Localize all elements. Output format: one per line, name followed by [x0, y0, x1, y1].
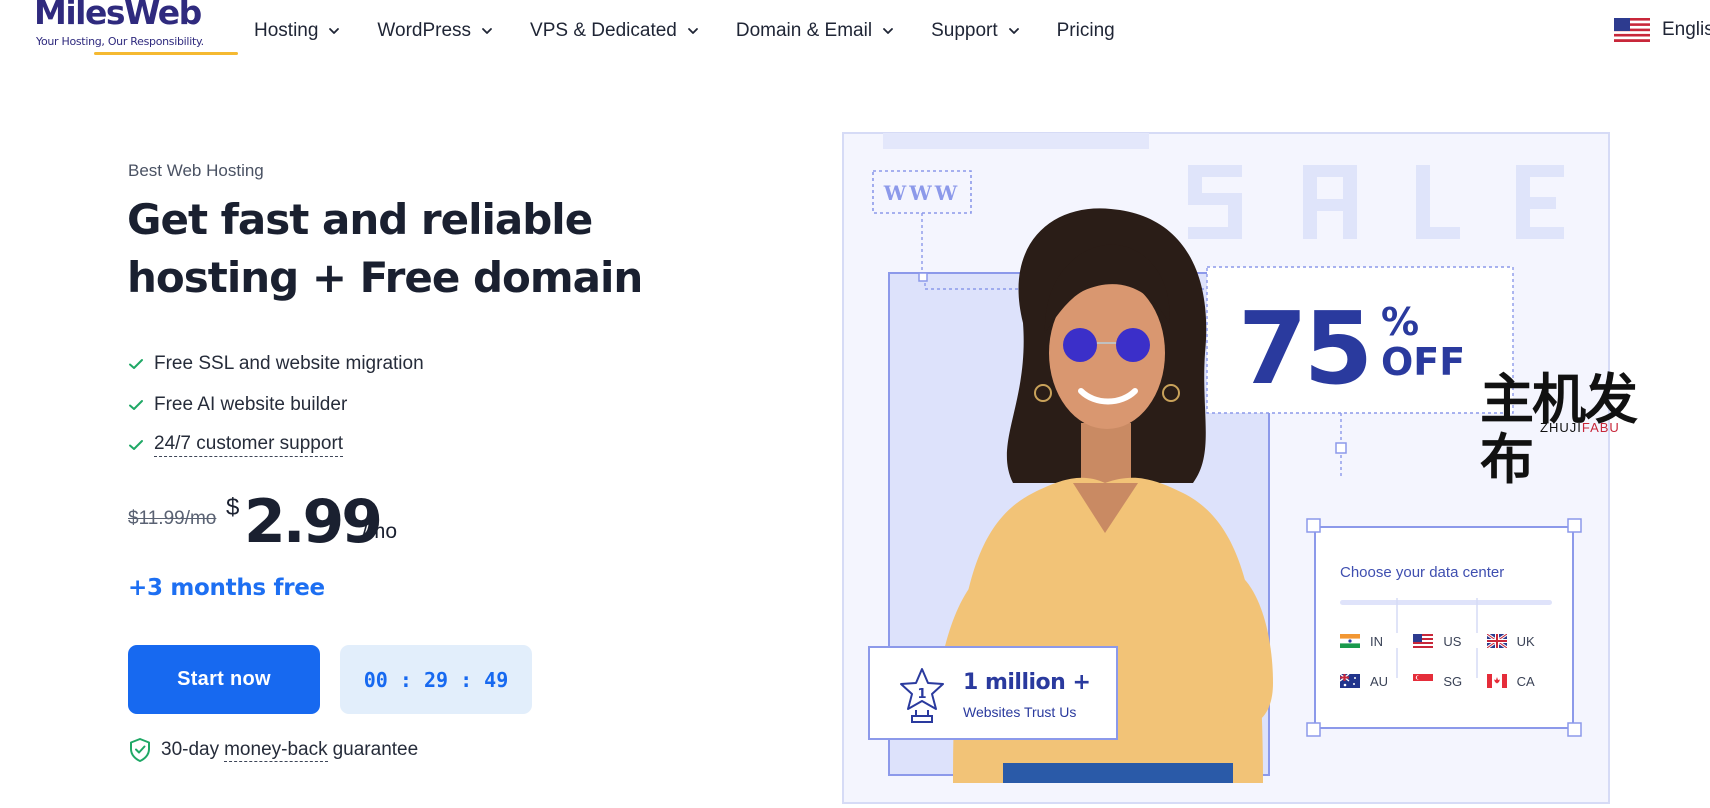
- india-flag-icon: [1340, 634, 1360, 648]
- logo-tagline: Your Hosting, Our Responsibility.: [36, 35, 204, 48]
- old-price: $11.99/mo: [128, 508, 217, 529]
- discount-percent: %: [1381, 300, 1419, 344]
- feature-text-tooltip[interactable]: 24/7 customer support: [154, 433, 344, 458]
- nav-item-label: WordPress: [377, 20, 472, 41]
- data-center-grid: IN US UK AU SG CA: [1340, 632, 1560, 690]
- banner-top-bar: [883, 133, 1149, 149]
- data-center-title: Choose your data center: [1340, 564, 1505, 581]
- data-center-option-ca[interactable]: CA: [1486, 672, 1560, 690]
- data-center-option-au[interactable]: AU: [1340, 672, 1413, 690]
- nav-item-vps-dedicated[interactable]: VPS & Dedicated: [530, 20, 700, 42]
- chevron-down-icon: [1008, 28, 1019, 34]
- discount-number: 75: [1238, 290, 1369, 407]
- nav-item-hosting[interactable]: Hosting: [254, 20, 341, 42]
- logo-wordmark: MilesWeb: [34, 0, 202, 32]
- logo[interactable]: MilesWeb Your Hosting, Our Responsibilit…: [34, 0, 238, 58]
- feature-list: Free SSL and website migration Free AI w…: [128, 344, 424, 466]
- chevron-down-icon: [329, 28, 340, 34]
- nav-item-label: VPS & Dedicated: [530, 20, 677, 41]
- headline-line-1: Get fast and reliable: [127, 195, 593, 244]
- price-currency: $: [226, 494, 240, 521]
- data-center-underline: [1340, 600, 1552, 605]
- award-star-icon: 1: [900, 668, 944, 723]
- watermark-en: ZHUJIFABU: [1540, 420, 1620, 435]
- price-amount: 2.99: [244, 487, 383, 557]
- headline-line-2: hosting + Free domain: [127, 253, 643, 302]
- watermark: 主机发布 ZHUJIFABU: [1480, 370, 1684, 490]
- check-icon: [129, 440, 143, 451]
- singapore-flag-icon: [1413, 674, 1434, 688]
- nav-item-label: Domain & Email: [735, 20, 873, 41]
- nav-item-label: Pricing: [1056, 20, 1115, 41]
- feature-text: Free SSL and website migration: [154, 353, 424, 375]
- nav-item-support[interactable]: Support: [931, 20, 1021, 42]
- data-center-option-uk[interactable]: UK: [1486, 632, 1560, 650]
- data-center-card[interactable]: Choose your data center IN US UK AU SG C…: [1314, 526, 1574, 729]
- hero-headline: Get fast and reliable hosting + Free dom…: [127, 191, 687, 307]
- nav-item-pricing[interactable]: Pricing: [1057, 20, 1115, 42]
- price-period: /mo: [362, 520, 398, 543]
- shield-check-icon: [130, 738, 150, 762]
- nav-item-wordpress[interactable]: WordPress: [377, 20, 494, 42]
- language-selector[interactable]: Englis: [1614, 18, 1710, 42]
- discount-off: OFF: [1381, 340, 1465, 384]
- check-icon: [129, 359, 143, 370]
- list-item: 24/7 customer support: [128, 425, 424, 466]
- bonus-offer: +3 months free: [128, 575, 325, 601]
- list-item: Free AI website builder: [128, 385, 424, 426]
- uk-flag-icon: [1486, 634, 1507, 648]
- start-now-button[interactable]: Start now: [128, 645, 320, 714]
- hero-eyebrow: Best Web Hosting: [128, 161, 264, 180]
- data-center-option-in[interactable]: IN: [1340, 632, 1413, 650]
- nav-item-label: Hosting: [254, 20, 319, 41]
- main-nav: Hosting WordPress VPS & Dedicated Domain…: [254, 18, 1151, 44]
- check-icon: [129, 399, 143, 410]
- list-item: Free SSL and website migration: [128, 344, 424, 385]
- trust-headline: 1 million +: [963, 670, 1091, 695]
- www-text: WWW: [883, 181, 960, 205]
- language-label: Englis: [1662, 19, 1710, 40]
- data-center-option-sg[interactable]: SG: [1413, 672, 1486, 690]
- australia-flag-icon: [1340, 674, 1360, 688]
- trust-subtext: Websites Trust Us: [963, 704, 1077, 720]
- chevron-down-icon: [883, 28, 893, 34]
- nav-item-label: Support: [931, 20, 998, 41]
- trust-card: 1 1 million + Websites Trust Us: [868, 646, 1118, 740]
- canada-flag-icon: [1486, 674, 1507, 688]
- chevron-down-icon: [687, 28, 698, 34]
- guarantee-prefix: 30-day: [161, 739, 220, 760]
- chevron-down-icon: [482, 28, 492, 34]
- award-badge-number: 1: [917, 687, 926, 702]
- logo-underline: [94, 52, 238, 55]
- us-flag-icon: [1413, 634, 1434, 648]
- nav-item-domain-email[interactable]: Domain & Email: [736, 20, 895, 42]
- data-center-option-us[interactable]: US: [1413, 632, 1486, 650]
- money-back-guarantee: 30-day money-back guarantee: [128, 737, 418, 763]
- countdown-timer: 00 : 29 : 49: [340, 645, 532, 714]
- money-back-link[interactable]: money-back: [224, 739, 328, 762]
- guarantee-suffix: guarantee: [332, 739, 419, 760]
- us-flag-icon: [1614, 18, 1650, 42]
- feature-text: Free AI website builder: [154, 393, 348, 415]
